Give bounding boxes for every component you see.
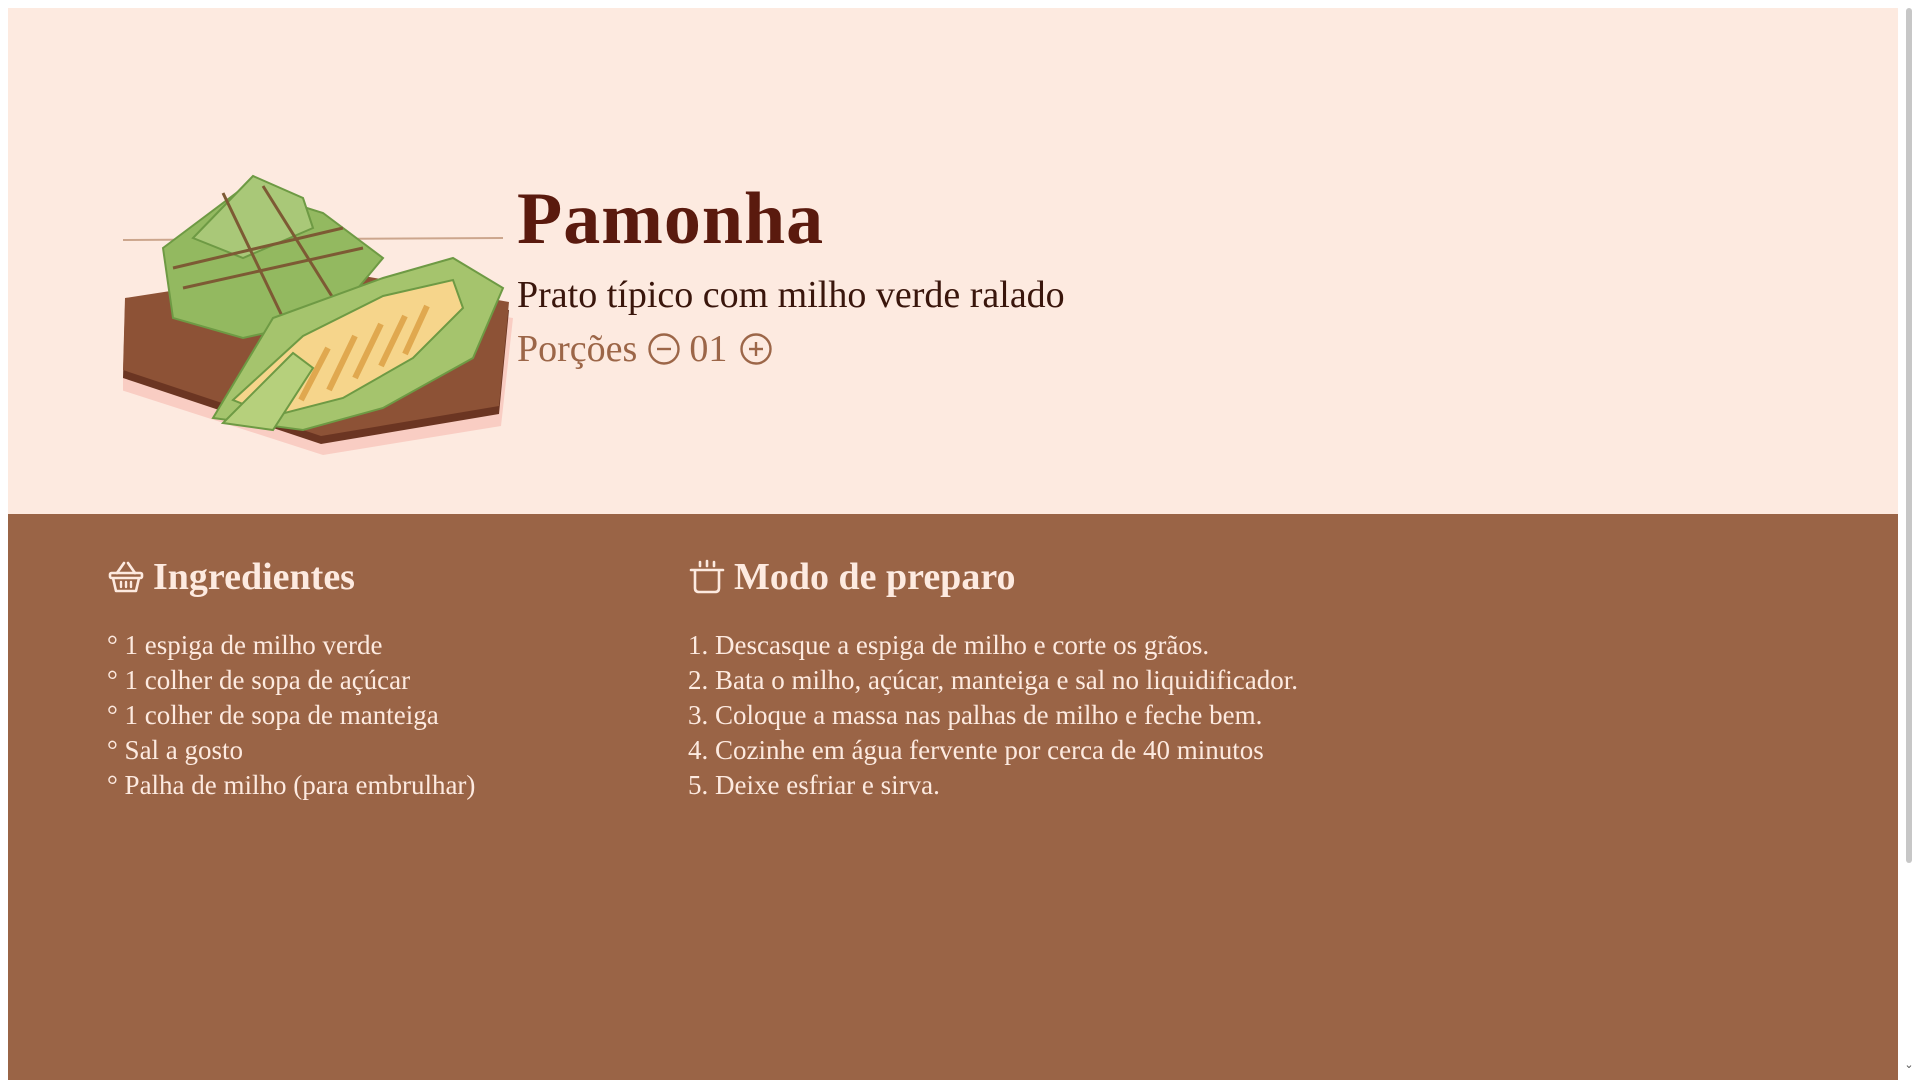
decrement-portions-button[interactable] — [647, 332, 681, 366]
recipe-info: Pamonha Prato típico com milho verde ral… — [517, 176, 1065, 372]
preparation-heading-text: Modo de preparo — [734, 556, 1016, 598]
recipe-title: Pamonha — [517, 178, 825, 260]
minus-circle-icon — [648, 333, 681, 365]
recipe-header: Pamonha Prato típico com milho verde ral… — [8, 8, 1898, 514]
ingredient-item: ° 1 colher de sopa de manteiga — [107, 700, 439, 730]
pamonha-image — [121, 168, 513, 468]
plus-circle-icon — [740, 333, 773, 365]
ingredients-heading-text: Ingredientes — [153, 556, 355, 598]
ingredients-list: ° 1 espiga de milho verde ° 1 colher de … — [107, 628, 475, 803]
portions-label: Porções — [517, 328, 638, 370]
preparation-step: 1. Descasque a espiga de milho e corte o… — [688, 630, 1210, 660]
portions-count: 01 — [689, 328, 728, 370]
ingredients-heading: Ingredientes — [107, 554, 475, 600]
basket-icon — [108, 561, 144, 593]
preparation-section: Modo de preparo 1. Descasque a espiga de… — [688, 554, 1298, 803]
ingredient-item: ° 1 colher de sopa de açúcar — [107, 665, 411, 695]
ingredient-item: ° Palha de milho (para embrulhar) — [107, 770, 476, 800]
preparation-heading: Modo de preparo — [688, 554, 1298, 600]
recipe-subtitle: Prato típico com milho verde ralado — [517, 274, 1065, 316]
recipe-page: Pamonha Prato típico com milho verde ral… — [8, 8, 1898, 1080]
chevron-down-icon[interactable]: ⌄ — [1904, 1059, 1914, 1070]
preparation-step: 3. Coloque a massa nas palhas de milho e… — [688, 700, 1263, 730]
recipe-details: Ingredientes ° 1 espiga de milho verde °… — [8, 514, 1898, 1080]
preparation-steps: 1. Descasque a espiga de milho e corte o… — [688, 628, 1298, 803]
increment-portions-button[interactable] — [739, 332, 773, 366]
preparation-step: 4. Cozinhe em água fervente por cerca de… — [688, 735, 1264, 765]
scrollbar-thumb[interactable] — [1906, 8, 1912, 863]
cooking-pot-icon — [689, 559, 725, 594]
portions-control: Porções 01 — [517, 326, 1065, 372]
preparation-step: 2. Bata o milho, açúcar, manteiga e sal … — [688, 665, 1298, 695]
ingredients-section: Ingredientes ° 1 espiga de milho verde °… — [107, 554, 475, 803]
preparation-step: 5. Deixe esfriar e sirva. — [688, 770, 940, 800]
ingredient-item: ° Sal a gosto — [107, 735, 244, 765]
vertical-scrollbar[interactable]: ⌄ — [1898, 0, 1920, 1080]
ingredient-item: ° 1 espiga de milho verde — [107, 630, 383, 660]
